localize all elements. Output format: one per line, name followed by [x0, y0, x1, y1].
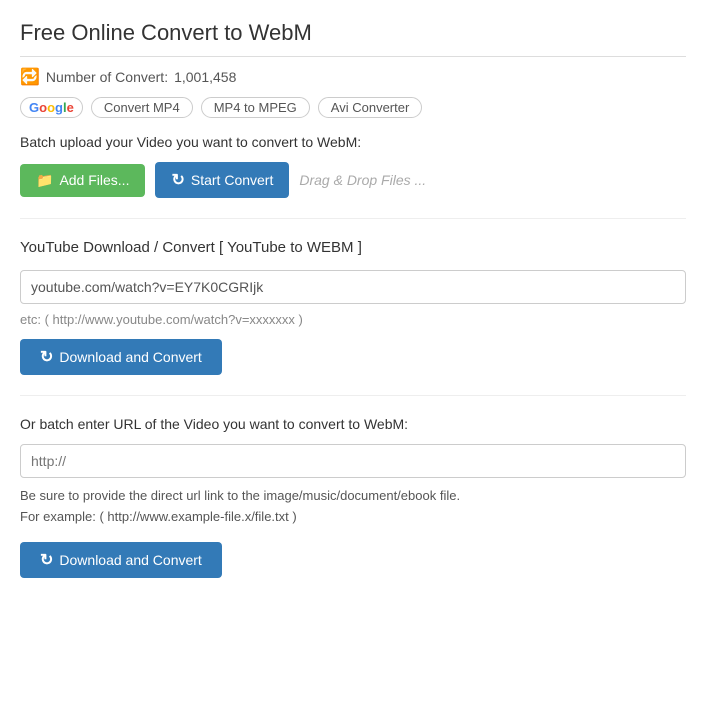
- nav-link-mp4-mpeg[interactable]: MP4 to MPEG: [201, 97, 310, 118]
- youtube-section: YouTube Download / Convert [ YouTube to …: [20, 239, 686, 396]
- youtube-url-input[interactable]: [20, 270, 686, 304]
- add-files-button[interactable]: 📁 Add Files...: [20, 164, 145, 197]
- counter-label: Number of Convert:: [46, 69, 168, 85]
- batch-section: Or batch enter URL of the Video you want…: [20, 416, 686, 578]
- download-icon: ↻: [40, 347, 53, 367]
- batch-url-input[interactable]: [20, 444, 686, 478]
- folder-icon: 📁: [36, 172, 53, 189]
- upload-row: 📁 Add Files... ↻ Start Convert Drag & Dr…: [20, 162, 686, 219]
- batch-note-line2: For example: ( http://www.example-file.x…: [20, 509, 297, 524]
- upload-label: Batch upload your Video you want to conv…: [20, 134, 686, 150]
- batch-download-button[interactable]: ↻ Download and Convert: [20, 542, 222, 578]
- youtube-title: YouTube Download / Convert [ YouTube to …: [20, 239, 686, 256]
- add-files-label: Add Files...: [59, 172, 129, 188]
- page-title: Free Online Convert to WebM: [20, 20, 686, 57]
- nav-link-avi-converter[interactable]: Avi Converter: [318, 97, 423, 118]
- counter-icon: 🔁: [20, 67, 40, 87]
- start-convert-button[interactable]: ↻ Start Convert: [155, 162, 289, 198]
- batch-download-icon: ↻: [40, 550, 53, 570]
- youtube-download-label: Download and Convert: [59, 349, 201, 365]
- counter-row: 🔁 Number of Convert: 1,001,458: [20, 67, 686, 87]
- nav-links-row: Google Convert MP4 MP4 to MPEG Avi Conve…: [20, 97, 686, 118]
- google-icon: Google: [29, 100, 74, 115]
- drag-drop-hint: Drag & Drop Files ...: [299, 172, 426, 188]
- batch-note: Be sure to provide the direct url link t…: [20, 486, 686, 528]
- batch-title: Or batch enter URL of the Video you want…: [20, 416, 686, 432]
- google-link[interactable]: Google: [20, 97, 83, 118]
- youtube-download-button[interactable]: ↻ Download and Convert: [20, 339, 222, 375]
- youtube-hint: etc: ( http://www.youtube.com/watch?v=xx…: [20, 312, 686, 327]
- start-convert-label: Start Convert: [191, 172, 273, 188]
- counter-value: 1,001,458: [174, 69, 236, 85]
- batch-download-label: Download and Convert: [59, 552, 201, 568]
- refresh-icon: ↻: [171, 170, 184, 190]
- batch-note-line1: Be sure to provide the direct url link t…: [20, 488, 460, 503]
- nav-link-convert-mp4[interactable]: Convert MP4: [91, 97, 193, 118]
